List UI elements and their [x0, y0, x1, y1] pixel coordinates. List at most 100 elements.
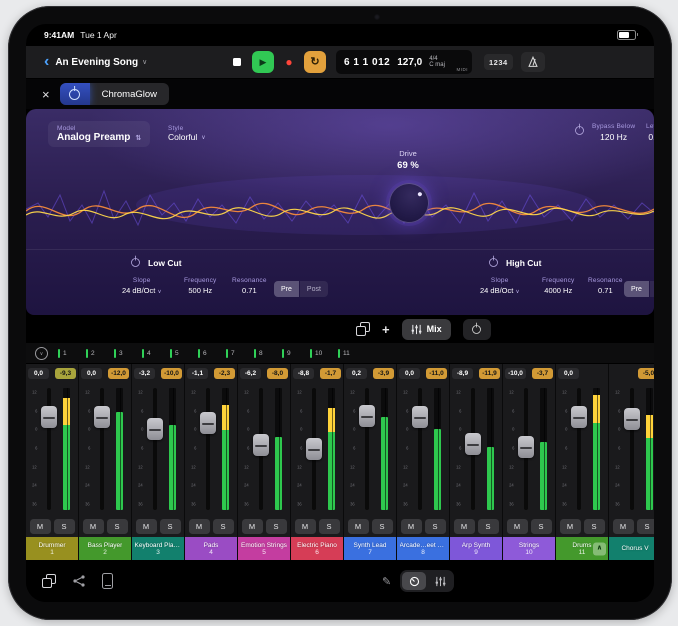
mute-button[interactable]: M [613, 519, 634, 534]
mute-button[interactable]: M [401, 519, 422, 534]
mute-button[interactable]: M [83, 519, 104, 534]
mute-button[interactable]: M [136, 519, 157, 534]
volume-fader[interactable] [412, 406, 428, 428]
lcd-display[interactable]: 6 1 1 012 127,0 4/4 C maj MIDI [336, 50, 472, 74]
solo-button[interactable]: S [478, 519, 499, 534]
track-overview-item[interactable]: 3 [114, 343, 142, 363]
track-name-label[interactable]: Chorus V ∧ [609, 537, 654, 561]
solo-button[interactable]: S [637, 519, 655, 534]
knob-view-button[interactable] [402, 572, 426, 590]
low-cut-frequency[interactable]: Frequency 500 Hz [184, 277, 217, 295]
post-button[interactable]: Post [650, 281, 654, 297]
track-overview-item[interactable]: 8 [254, 343, 282, 363]
track-name-label[interactable]: Electric Piano 6 ∧ [291, 537, 343, 561]
mute-button[interactable]: M [454, 519, 475, 534]
track-name-label[interactable]: Keyboard Player 3 ∧ [132, 537, 184, 561]
track-name-label[interactable]: Arp Synth 9 ∧ [450, 537, 502, 561]
fader-view-button[interactable] [428, 572, 452, 590]
track-overview-item[interactable]: 6 [198, 343, 226, 363]
song-title-menu[interactable]: An Evening Song ∨ [55, 57, 147, 68]
volume-fader[interactable] [306, 438, 322, 460]
mute-button[interactable]: M [30, 519, 51, 534]
model-selector[interactable]: Model Analog Preamp⇅ [48, 121, 150, 147]
metronome-button[interactable] [521, 52, 545, 72]
back-button[interactable]: ‹ [38, 54, 55, 70]
volume-fader[interactable] [41, 406, 57, 428]
plugin-power-button[interactable] [60, 83, 90, 105]
high-cut-power-icon[interactable] [489, 258, 498, 267]
count-in-button[interactable]: 1234 [484, 54, 513, 70]
mix-view-button[interactable]: Mix [402, 319, 451, 340]
low-cut-resonance[interactable]: Resonance 0.71 [232, 277, 267, 295]
track-name-label[interactable]: Pads 4 ∧ [185, 537, 237, 561]
pre-button[interactable]: Pre [624, 281, 649, 297]
channel-power-button[interactable] [463, 319, 491, 340]
volume-fader[interactable] [359, 405, 375, 427]
add-track-button[interactable]: + [382, 323, 390, 336]
plugin-name[interactable]: ChromaGlow [90, 83, 169, 105]
record-button[interactable]: ● [278, 51, 300, 73]
browser-icon[interactable] [42, 574, 56, 588]
cycle-button[interactable]: ↻ [304, 51, 326, 73]
track-name-label[interactable]: Emotion Strings 5 ∧ [238, 537, 290, 561]
mute-button[interactable]: M [507, 519, 528, 534]
track-overview-item[interactable]: 9 [282, 343, 310, 363]
solo-button[interactable]: S [107, 519, 128, 534]
meter-bridge-icon[interactable]: ∨ [35, 347, 48, 360]
track-name-label[interactable]: Drummer 1 ∧ [26, 537, 78, 561]
post-button[interactable]: Post [300, 281, 328, 297]
mute-button[interactable]: M [242, 519, 263, 534]
high-cut-slope[interactable]: Slope 24 dB/Oct ∨ [480, 277, 519, 295]
bypass-below-control[interactable]: Bypass Below 120 Hz [592, 123, 635, 142]
track-overview-item[interactable]: 4 [142, 343, 170, 363]
solo-button[interactable]: S [213, 519, 234, 534]
volume-fader[interactable] [571, 406, 587, 428]
solo-button[interactable]: S [160, 519, 181, 534]
device-icon[interactable] [102, 573, 113, 589]
track-overview-item[interactable]: 2 [86, 343, 114, 363]
solo-button[interactable]: S [266, 519, 287, 534]
close-plugin-button[interactable]: × [42, 88, 50, 101]
low-cut-power-icon[interactable] [131, 258, 140, 267]
stack-collapse-button[interactable]: ∧ [593, 543, 606, 556]
track-overview-item[interactable]: 11 [338, 343, 366, 363]
solo-button[interactable]: S [372, 519, 393, 534]
volume-fader[interactable] [200, 412, 216, 434]
mute-button[interactable]: M [560, 519, 581, 534]
volume-fader[interactable] [465, 433, 481, 455]
track-overview-item[interactable]: 7 [226, 343, 254, 363]
nodes-icon[interactable] [72, 574, 86, 588]
solo-button[interactable]: S [584, 519, 605, 534]
volume-fader[interactable] [94, 406, 110, 428]
solo-button[interactable]: S [531, 519, 552, 534]
track-overview-item[interactable]: 5 [170, 343, 198, 363]
pre-button[interactable]: Pre [274, 281, 299, 297]
volume-fader[interactable] [147, 418, 163, 440]
solo-button[interactable]: S [425, 519, 446, 534]
track-name-label[interactable]: Synth Lead 7 ∧ [344, 537, 396, 561]
mute-button[interactable]: M [348, 519, 369, 534]
bypass-power-icon[interactable] [575, 126, 584, 135]
edit-pencil-icon[interactable]: ✎ [382, 575, 391, 588]
mute-button[interactable]: M [295, 519, 316, 534]
low-cut-slope[interactable]: Slope 24 dB/Oct ∨ [122, 277, 161, 295]
high-cut-resonance[interactable]: Resonance 0.71 [588, 277, 623, 295]
solo-button[interactable]: S [319, 519, 340, 534]
track-name-label[interactable]: Strings 10 ∧ [503, 537, 555, 561]
style-selector[interactable]: Style Colorful∨ [168, 125, 206, 142]
solo-button[interactable]: S [54, 519, 75, 534]
track-overview-item[interactable]: 10 [310, 343, 338, 363]
volume-fader[interactable] [253, 434, 269, 456]
track-name-label[interactable]: Arcade…eet Pad 8 ∧ [397, 537, 449, 561]
high-cut-frequency[interactable]: Frequency 4000 Hz [542, 277, 575, 295]
track-overview-item[interactable]: 1 [58, 343, 86, 363]
duplicate-icon[interactable] [356, 322, 370, 336]
volume-fader[interactable] [518, 436, 534, 458]
stop-button[interactable] [226, 51, 248, 73]
play-button[interactable]: ▶ [252, 51, 274, 73]
volume-fader[interactable] [624, 408, 640, 430]
level-control[interactable]: Level 0.0 [646, 123, 654, 142]
track-name-label[interactable]: Bass Player 2 ∧ [79, 537, 131, 561]
track-name-label[interactable]: Drums 11 ∧ [556, 537, 608, 561]
mute-button[interactable]: M [189, 519, 210, 534]
